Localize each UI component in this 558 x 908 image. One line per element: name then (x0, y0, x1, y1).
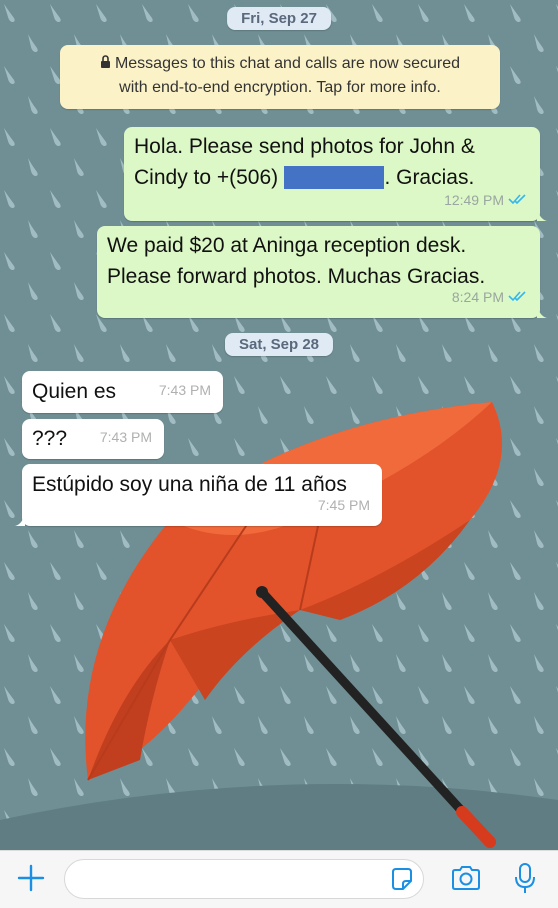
outgoing-message[interactable]: Hola. Please send photos for John & Cind… (124, 127, 547, 221)
message-time: 7:43 PM (158, 382, 211, 398)
message-text: Estúpido soy una niña de 11 años (32, 473, 347, 496)
read-receipt-icon (508, 282, 528, 313)
message-text-line: We paid $20 at Aninga reception desk. (107, 234, 467, 257)
message-input-bar (0, 850, 558, 908)
message-time: 7:45 PM (317, 497, 370, 513)
date-separator: Sat, Sep 28 (224, 333, 334, 356)
lock-icon (100, 52, 111, 76)
message-text: Quien es (32, 380, 117, 403)
read-receipt-icon (508, 185, 528, 216)
message-input[interactable] (64, 859, 424, 899)
date-separator: Fri, Sep 27 (227, 7, 331, 30)
plus-icon[interactable] (16, 863, 46, 898)
encryption-notice-line2: with end-to-end encryption. Tap for more… (119, 79, 441, 97)
message-text-line: Hola. Please send photos for John & (134, 135, 475, 158)
microphone-icon[interactable] (512, 862, 538, 901)
incoming-message[interactable]: ??? 7:43 PM (22, 419, 164, 459)
encryption-notice[interactable]: Messages to this chat and calls are now … (60, 45, 500, 109)
message-time: 8:24 PM (451, 289, 504, 305)
redacted-phone-number: 8888-8888 (284, 166, 385, 189)
incoming-message[interactable]: Quien es 7:43 PM (22, 371, 223, 413)
incoming-message[interactable]: Estúpido soy una niña de 11 años 7:45 PM (15, 464, 382, 526)
message-time: 12:49 PM (444, 192, 504, 208)
message-time: 7:43 PM (99, 429, 152, 445)
camera-icon[interactable] (450, 864, 482, 897)
encryption-notice-line1: Messages to this chat and calls are now … (114, 55, 461, 73)
message-text: ??? (32, 427, 68, 450)
sticker-icon[interactable] (389, 866, 415, 897)
outgoing-message[interactable]: We paid $20 at Aninga reception desk. Pl… (97, 226, 547, 318)
